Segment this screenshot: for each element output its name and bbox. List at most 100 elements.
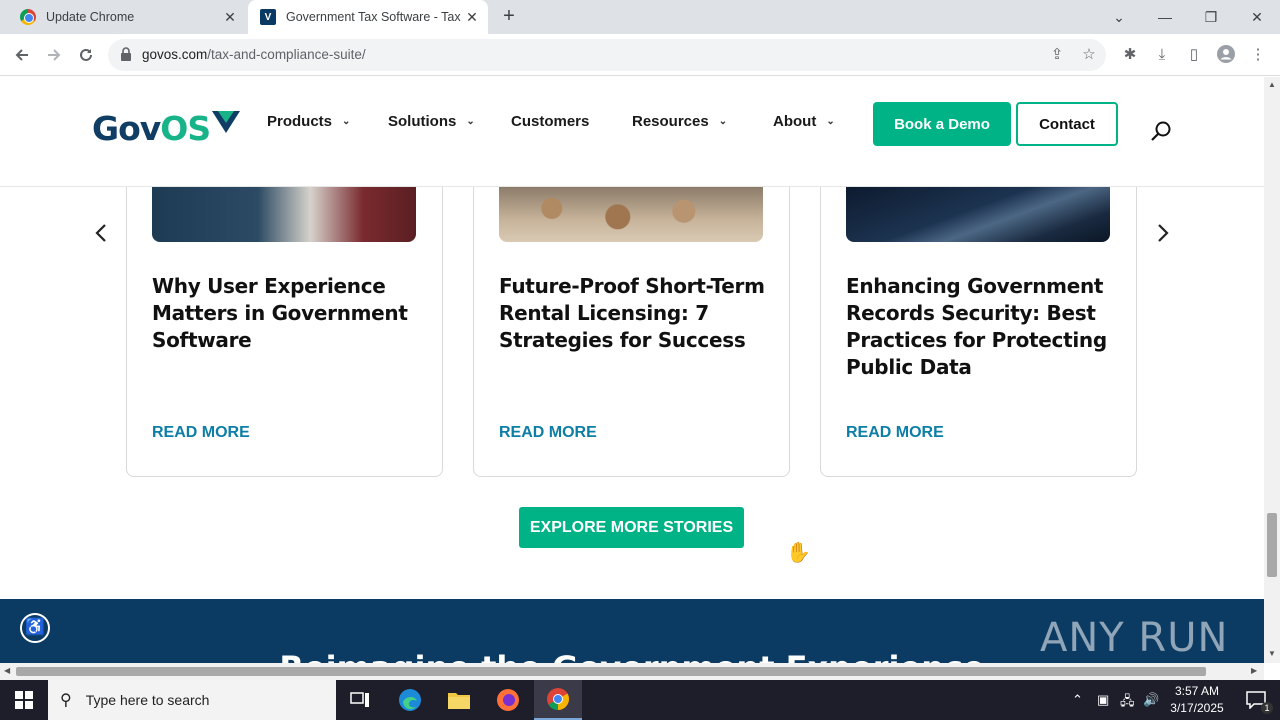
notification-center-icon[interactable]: 1 — [1232, 680, 1280, 720]
taskbar-search-box[interactable]: ⚲ Type here to search — [48, 680, 336, 720]
logo-check-mark-icon — [212, 111, 240, 133]
browser-tab-strip: Update Chrome ✕ V Government Tax Softwar… — [0, 0, 1280, 34]
start-button[interactable] — [0, 680, 48, 720]
story-image — [499, 186, 763, 242]
tab-update-chrome[interactable]: Update Chrome ✕ — [8, 0, 246, 34]
volume-icon[interactable]: 🔊 — [1143, 692, 1159, 708]
carousel-prev-arrow-icon[interactable] — [89, 223, 113, 247]
edge-icon[interactable] — [386, 680, 434, 720]
share-icon[interactable]: ⇪ — [1048, 46, 1066, 64]
anyrun-watermark: ANY RUN — [1040, 615, 1229, 661]
profile-avatar-icon[interactable] — [1216, 45, 1236, 65]
file-explorer-icon[interactable] — [435, 680, 483, 720]
close-tab-icon[interactable]: ✕ — [462, 9, 482, 26]
nav-about[interactable]: About ⌄ — [773, 113, 835, 130]
forward-button[interactable] — [41, 42, 67, 68]
restore-button[interactable]: ❐ — [1188, 0, 1234, 34]
back-arrow-icon — [15, 49, 28, 61]
nav-solutions[interactable]: Solutions ⌄ — [388, 113, 475, 130]
download-icon[interactable]: ⤓ — [1152, 45, 1172, 65]
notification-count-badge: 1 — [1261, 702, 1273, 714]
system-clock[interactable]: 3:57 AM 3/17/2025 — [1160, 683, 1234, 717]
scroll-right-icon[interactable]: ▶ — [1251, 666, 1257, 675]
govos-favicon-icon: V — [260, 9, 276, 25]
url-domain: govos.com — [142, 47, 208, 62]
hand-cursor-icon: ✋ — [786, 542, 811, 564]
read-more-link[interactable]: READ MORE — [152, 424, 250, 442]
scrollbar-thumb[interactable] — [1267, 513, 1277, 577]
nav-customers[interactable]: Customers — [511, 113, 589, 130]
carousel-next-arrow-icon[interactable] — [1151, 223, 1175, 247]
nav-products[interactable]: Products ⌄ — [267, 113, 350, 130]
nav-label: Resources — [632, 113, 709, 130]
scroll-up-icon[interactable]: ▲ — [1268, 80, 1276, 89]
chevron-down-icon: ⌄ — [466, 116, 475, 127]
reload-icon — [80, 48, 92, 61]
tab-title: Update Chrome — [46, 10, 135, 24]
task-view-icon[interactable] — [336, 680, 384, 720]
chevron-down-icon: ⌄ — [718, 116, 728, 127]
chrome-taskbar-icon[interactable] — [534, 680, 582, 720]
nav-label: Customers — [511, 113, 590, 130]
tab-search-dropdown-icon[interactable]: ⌄ — [1096, 0, 1142, 34]
scrollbar-thumb[interactable] — [16, 667, 1206, 676]
chrome-icon — [20, 9, 36, 25]
meet-now-icon[interactable]: ▣ — [1097, 692, 1109, 708]
search-icon: ⚲ — [60, 692, 72, 709]
back-button[interactable] — [9, 42, 35, 68]
lock-icon — [121, 47, 131, 61]
read-more-link[interactable]: READ MORE — [499, 424, 597, 442]
scroll-left-icon[interactable]: ◀ — [4, 666, 10, 675]
story-title[interactable]: Why User Experience Matters in Governmen… — [152, 273, 422, 354]
browser-menu-icon[interactable]: ⋮ — [1248, 45, 1268, 65]
cta-band: Reimagine the Government Experience ♿ AN… — [0, 599, 1264, 663]
search-placeholder: Type here to search — [85, 692, 210, 708]
chevron-down-icon: ⌄ — [826, 116, 835, 127]
extensions-puzzle-icon[interactable]: ✱ — [1120, 45, 1140, 65]
network-icon[interactable]: 🖧 — [1120, 692, 1135, 714]
windows-logo-icon — [15, 691, 33, 709]
url-path: /tax-and-compliance-suite/ — [207, 47, 366, 62]
new-tab-button[interactable]: + — [498, 6, 520, 28]
tab-title: Government Tax Software - Tax & — [286, 10, 462, 24]
nav-label: Solutions — [388, 113, 457, 130]
read-more-link[interactable]: READ MORE — [846, 424, 944, 442]
contact-button[interactable]: Contact — [1016, 102, 1118, 146]
close-window-button[interactable]: ✕ — [1234, 0, 1280, 34]
book-demo-button[interactable]: Book a Demo — [873, 102, 1011, 146]
scroll-down-icon[interactable]: ▼ — [1268, 649, 1276, 658]
close-tab-icon[interactable]: ✕ — [220, 9, 240, 26]
web-page: GovOS Products ⌄ Solutions ⌄ Customers Res… — [0, 77, 1264, 663]
url-text: govos.com/tax-and-compliance-suite/ — [142, 47, 366, 62]
search-icon[interactable] — [1150, 120, 1172, 142]
accessibility-icon[interactable]: ♿ — [20, 613, 50, 643]
clock-time: 3:57 AM — [1174, 684, 1220, 698]
tab-government-tax-software[interactable]: V Government Tax Software - Tax & ✕ — [248, 0, 488, 34]
firefox-icon[interactable] — [484, 680, 532, 720]
story-title[interactable]: Enhancing Government Records Security: B… — [846, 273, 1116, 381]
nav-label: About — [773, 113, 817, 130]
reload-button[interactable] — [73, 42, 99, 68]
story-image — [152, 186, 416, 242]
nav-label: Products — [267, 113, 333, 130]
story-image — [846, 186, 1110, 242]
side-panel-icon[interactable]: ▯ — [1184, 45, 1204, 65]
forward-arrow-icon — [48, 49, 61, 61]
logo-text-os: OS — [160, 109, 211, 148]
site-header: GovOS Products ⌄ Solutions ⌄ Customers Res… — [0, 77, 1264, 187]
story-title[interactable]: Future-Proof Short-Term Rental Licensing… — [499, 273, 769, 354]
browser-toolbar: govos.com/tax-and-compliance-suite/ ⇪ ☆ … — [0, 34, 1280, 76]
chevron-down-icon: ⌄ — [342, 116, 351, 127]
govos-logo[interactable]: GovOS — [92, 109, 240, 148]
address-bar[interactable]: govos.com/tax-and-compliance-suite/ ⇪ ☆ — [108, 39, 1106, 71]
explore-more-stories-button[interactable]: EXPLORE MORE STORIES — [519, 507, 744, 548]
show-hidden-icons-icon[interactable]: ⌃ — [1072, 692, 1083, 708]
horizontal-scrollbar[interactable]: ◀ ▶ — [0, 663, 1264, 680]
windows-taskbar: ⚲ Type here to search ⌃ ▣ 🖧 🔊 3:57 AM 3/… — [0, 680, 1280, 720]
vertical-scrollbar[interactable]: ▲ ▼ — [1264, 77, 1280, 663]
logo-text-gov: Gov — [92, 109, 161, 148]
bookmark-star-icon[interactable]: ☆ — [1080, 46, 1098, 64]
clock-date: 3/17/2025 — [1170, 701, 1224, 715]
nav-resources[interactable]: Resources ⌄ — [632, 113, 727, 130]
minimize-button[interactable]: — — [1142, 0, 1188, 34]
